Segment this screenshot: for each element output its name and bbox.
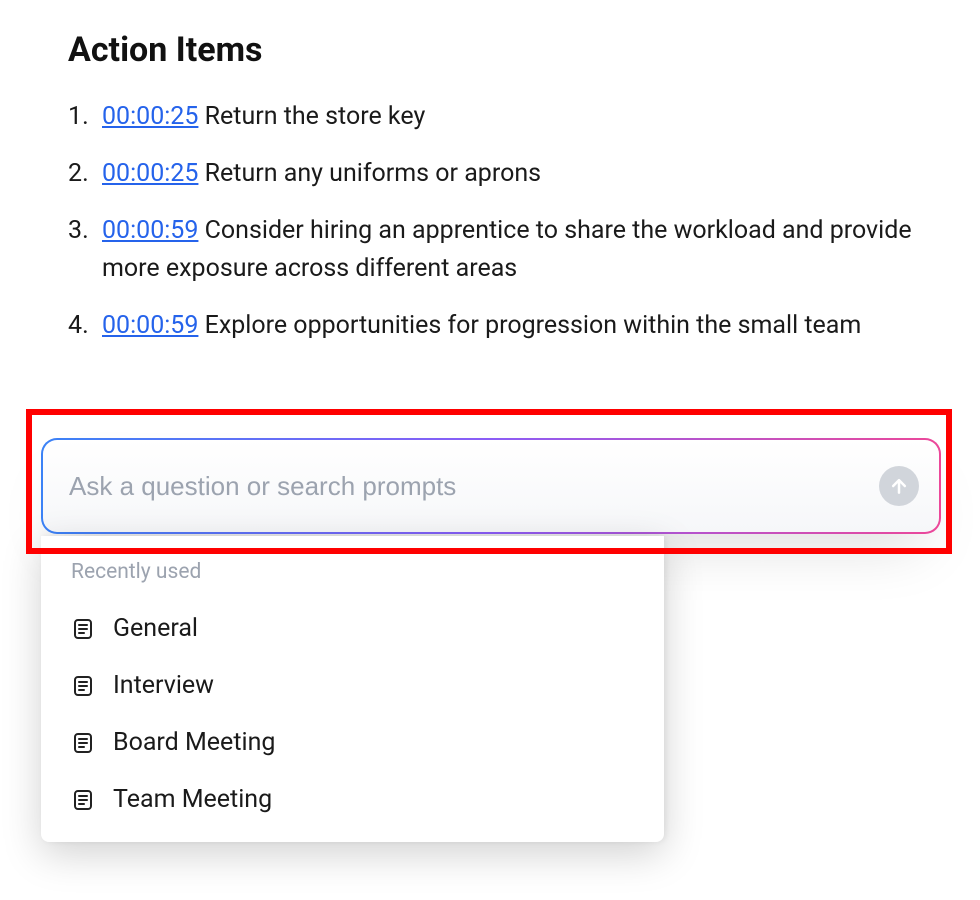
arrow-up-icon: [889, 476, 909, 496]
action-item-text: Consider hiring an apprentice to share t…: [102, 216, 912, 284]
dropdown-header: Recently used: [41, 554, 664, 600]
dropdown-item-label: Interview: [113, 671, 214, 700]
action-item-text: Return the store key: [205, 102, 426, 131]
timestamp-link[interactable]: 00:00:59: [102, 216, 198, 245]
timestamp-link[interactable]: 00:00:25: [102, 159, 198, 188]
timestamp-link[interactable]: 00:00:25: [102, 102, 198, 131]
action-items-list: 00:00:25 Return the store key 00:00:25 R…: [68, 98, 930, 346]
dropdown-item-label: General: [113, 614, 198, 643]
dropdown-item-interview[interactable]: Interview: [41, 657, 664, 714]
dropdown-item-label: Team Meeting: [113, 785, 272, 814]
search-container: [41, 438, 941, 534]
section-title: Action Items: [68, 30, 930, 70]
document-icon: [71, 788, 95, 812]
dropdown-item-team-meeting[interactable]: Team Meeting: [41, 771, 664, 828]
document-icon: [71, 674, 95, 698]
search-input[interactable]: [69, 471, 879, 502]
action-item: 00:00:25 Return the store key: [102, 98, 930, 137]
prompts-dropdown: Recently used General Interview Board Me…: [41, 536, 664, 842]
document-icon: [71, 731, 95, 755]
dropdown-item-board-meeting[interactable]: Board Meeting: [41, 714, 664, 771]
submit-button[interactable]: [879, 466, 919, 506]
action-item: 00:00:25 Return any uniforms or aprons: [102, 155, 930, 194]
document-icon: [71, 617, 95, 641]
dropdown-item-general[interactable]: General: [41, 600, 664, 657]
dropdown-item-label: Board Meeting: [113, 728, 275, 757]
action-item: 00:00:59 Consider hiring an apprentice t…: [102, 212, 930, 290]
action-item-text: Explore opportunities for progression wi…: [205, 311, 862, 340]
action-item-text: Return any uniforms or aprons: [205, 159, 541, 188]
timestamp-link[interactable]: 00:00:59: [102, 311, 198, 340]
action-item: 00:00:59 Explore opportunities for progr…: [102, 307, 930, 346]
